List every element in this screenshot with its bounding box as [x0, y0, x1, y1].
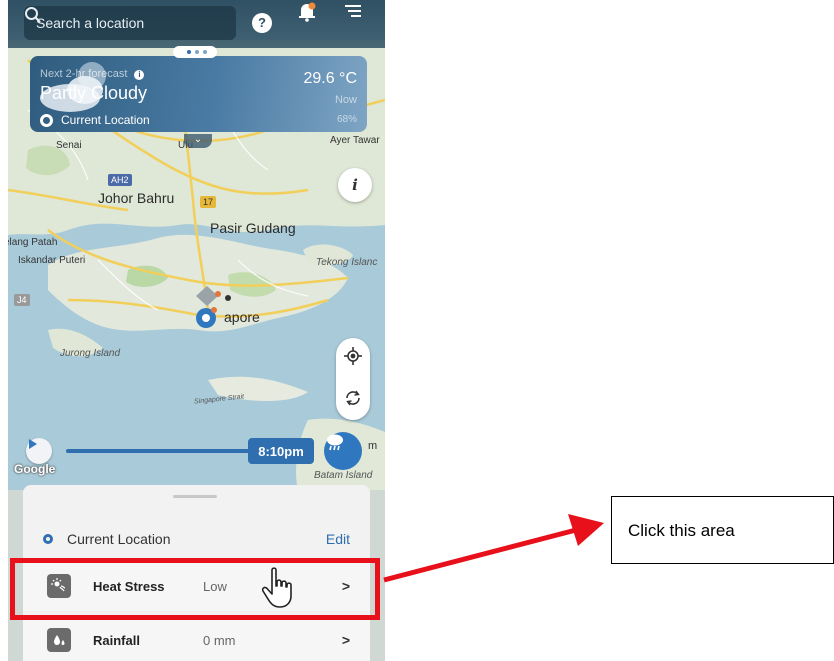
info-circle-icon[interactable]: i	[134, 70, 145, 80]
help-icon[interactable]: ?	[252, 13, 272, 33]
forecast-humidity: 68%	[336, 114, 357, 125]
location-target-icon	[40, 113, 53, 127]
map-view[interactable]: Senai Ulu Ayer Tawar AH2 Johor Bahru 17 …	[8, 0, 385, 490]
timeline-time[interactable]: 8:10pm	[248, 438, 314, 464]
place-iskandar-puteri: Iskandar Puteri	[18, 255, 86, 266]
map-info-button[interactable]: i	[338, 168, 372, 202]
forecast-location: Current Location	[40, 113, 150, 127]
forecast-card[interactable]: Next 2-hr forecast i Partly Cloudy Curre…	[30, 56, 367, 132]
search-placeholder: Search a location	[36, 15, 145, 31]
place-pasir-gudang: Pasir Gudang	[210, 220, 296, 236]
place-batam-island: Batam Island	[314, 470, 373, 481]
rainfall-row[interactable]: Rainfall 0 mm >	[23, 617, 370, 661]
top-bar: Search a location ?	[8, 0, 385, 48]
rainfall-label: Rainfall	[93, 632, 140, 648]
place-gelang-patah: elang Patah	[8, 237, 58, 248]
location-dot-icon	[43, 534, 53, 544]
google-logo: Google	[14, 462, 56, 476]
forecast-now-label: Now	[334, 94, 357, 106]
current-location-row: Current Location Edit	[23, 521, 370, 557]
current-location-label: Current Location	[67, 531, 171, 547]
place-ayer-tawar: Ayer Tawar	[330, 135, 380, 146]
page-indicator	[173, 46, 217, 58]
place-singapore: apore	[224, 309, 260, 325]
chevron-right-icon[interactable]: >	[342, 632, 350, 648]
edit-button[interactable]: Edit	[326, 531, 350, 547]
highlight-box	[10, 558, 380, 620]
callout-text: Click this area	[628, 521, 735, 540]
refresh-icon[interactable]	[344, 389, 362, 407]
place-m-label: m	[368, 440, 378, 452]
map-controls	[336, 338, 370, 420]
place-tekong: Tekong Islanc	[316, 257, 378, 268]
rainfall-icon	[47, 628, 71, 652]
search-icon	[25, 7, 41, 23]
forecast-subtitle: Next 2-hr forecast i	[40, 68, 145, 80]
play-icon	[29, 439, 37, 449]
road-badge-ah2: AH2	[108, 174, 132, 186]
callout-arrow	[383, 514, 604, 583]
place-senai: Senai	[56, 140, 82, 151]
place-johor-bahru: Johor Bahru	[98, 190, 175, 206]
chevron-down-icon[interactable]: ⌄	[184, 134, 212, 148]
road-badge-j4: J4	[14, 294, 30, 306]
menu-icon[interactable]	[342, 0, 364, 22]
rain-layer-button[interactable]	[324, 432, 362, 470]
forecast-temperature: 29.6 °C	[303, 70, 357, 87]
sheet-drag-handle[interactable]	[173, 495, 217, 498]
timeline-slider[interactable]	[66, 449, 252, 453]
search-input[interactable]: Search a location	[24, 6, 236, 40]
play-button[interactable]	[26, 438, 52, 464]
rain-cloud-icon	[327, 434, 343, 451]
locate-me-icon[interactable]	[344, 347, 362, 365]
place-jurong-island: Jurong Island	[60, 348, 121, 359]
notification-bell-icon[interactable]	[296, 0, 318, 22]
rainfall-value: 0 mm	[203, 632, 236, 648]
forecast-condition: Partly Cloudy	[40, 83, 148, 103]
road-badge-17: 17	[200, 196, 217, 208]
callout-box: Click this area	[611, 496, 834, 564]
